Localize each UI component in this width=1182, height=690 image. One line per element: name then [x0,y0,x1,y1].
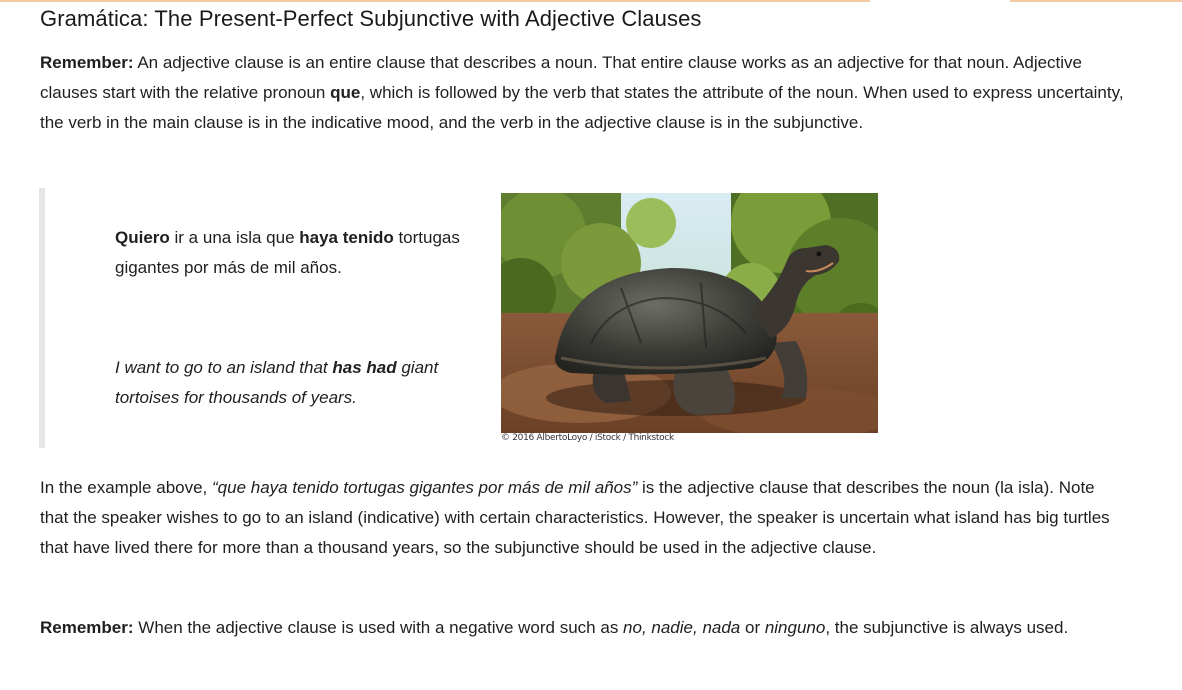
remember-label-2: Remember: [40,618,134,637]
english-translation: I want to go to an island that has had g… [115,353,505,413]
que-keyword: que [330,83,361,102]
ninguno-word: ninguno [764,618,826,637]
photo-credit: © 2016 AlbertoLoyo / iStock / Thinkstock [501,433,674,443]
remember-paragraph-2: Remember: When the adjective clause is u… [40,613,1125,643]
page-title: Gramática: The Present-Perfect Subjuncti… [40,6,702,31]
top-accent-rule-right [1010,0,1182,2]
translation-has-had: has had [332,358,397,377]
para2-quote: “que haya tenido tortugas gigantes por m… [212,478,638,497]
translation-a: I want to go to an island that [115,358,333,377]
para3-c: , the subjunctive is always used. [825,618,1069,637]
remember-label: Remember: [40,53,134,72]
negative-words: no, nadie, nada [623,618,741,637]
spanish-example: Quiero ir a una isla que haya tenido tor… [115,223,495,283]
example-haya-tenido: haya tenido [299,228,394,247]
para3-b: or [740,618,765,637]
giant-tortoise-photo [501,193,878,433]
para3-a: When the adjective clause is used with a… [133,618,624,637]
para2-a: In the example above, [40,478,213,497]
example-quiero: Quiero [115,228,170,247]
blockquote-bar [39,188,45,448]
example-mid: ir a una isla que [169,228,300,247]
top-accent-rule [0,0,870,2]
explanation-paragraph: In the example above, “que haya tenido t… [40,473,1125,563]
remember-paragraph-1: Remember: An adjective clause is an enti… [40,48,1125,138]
